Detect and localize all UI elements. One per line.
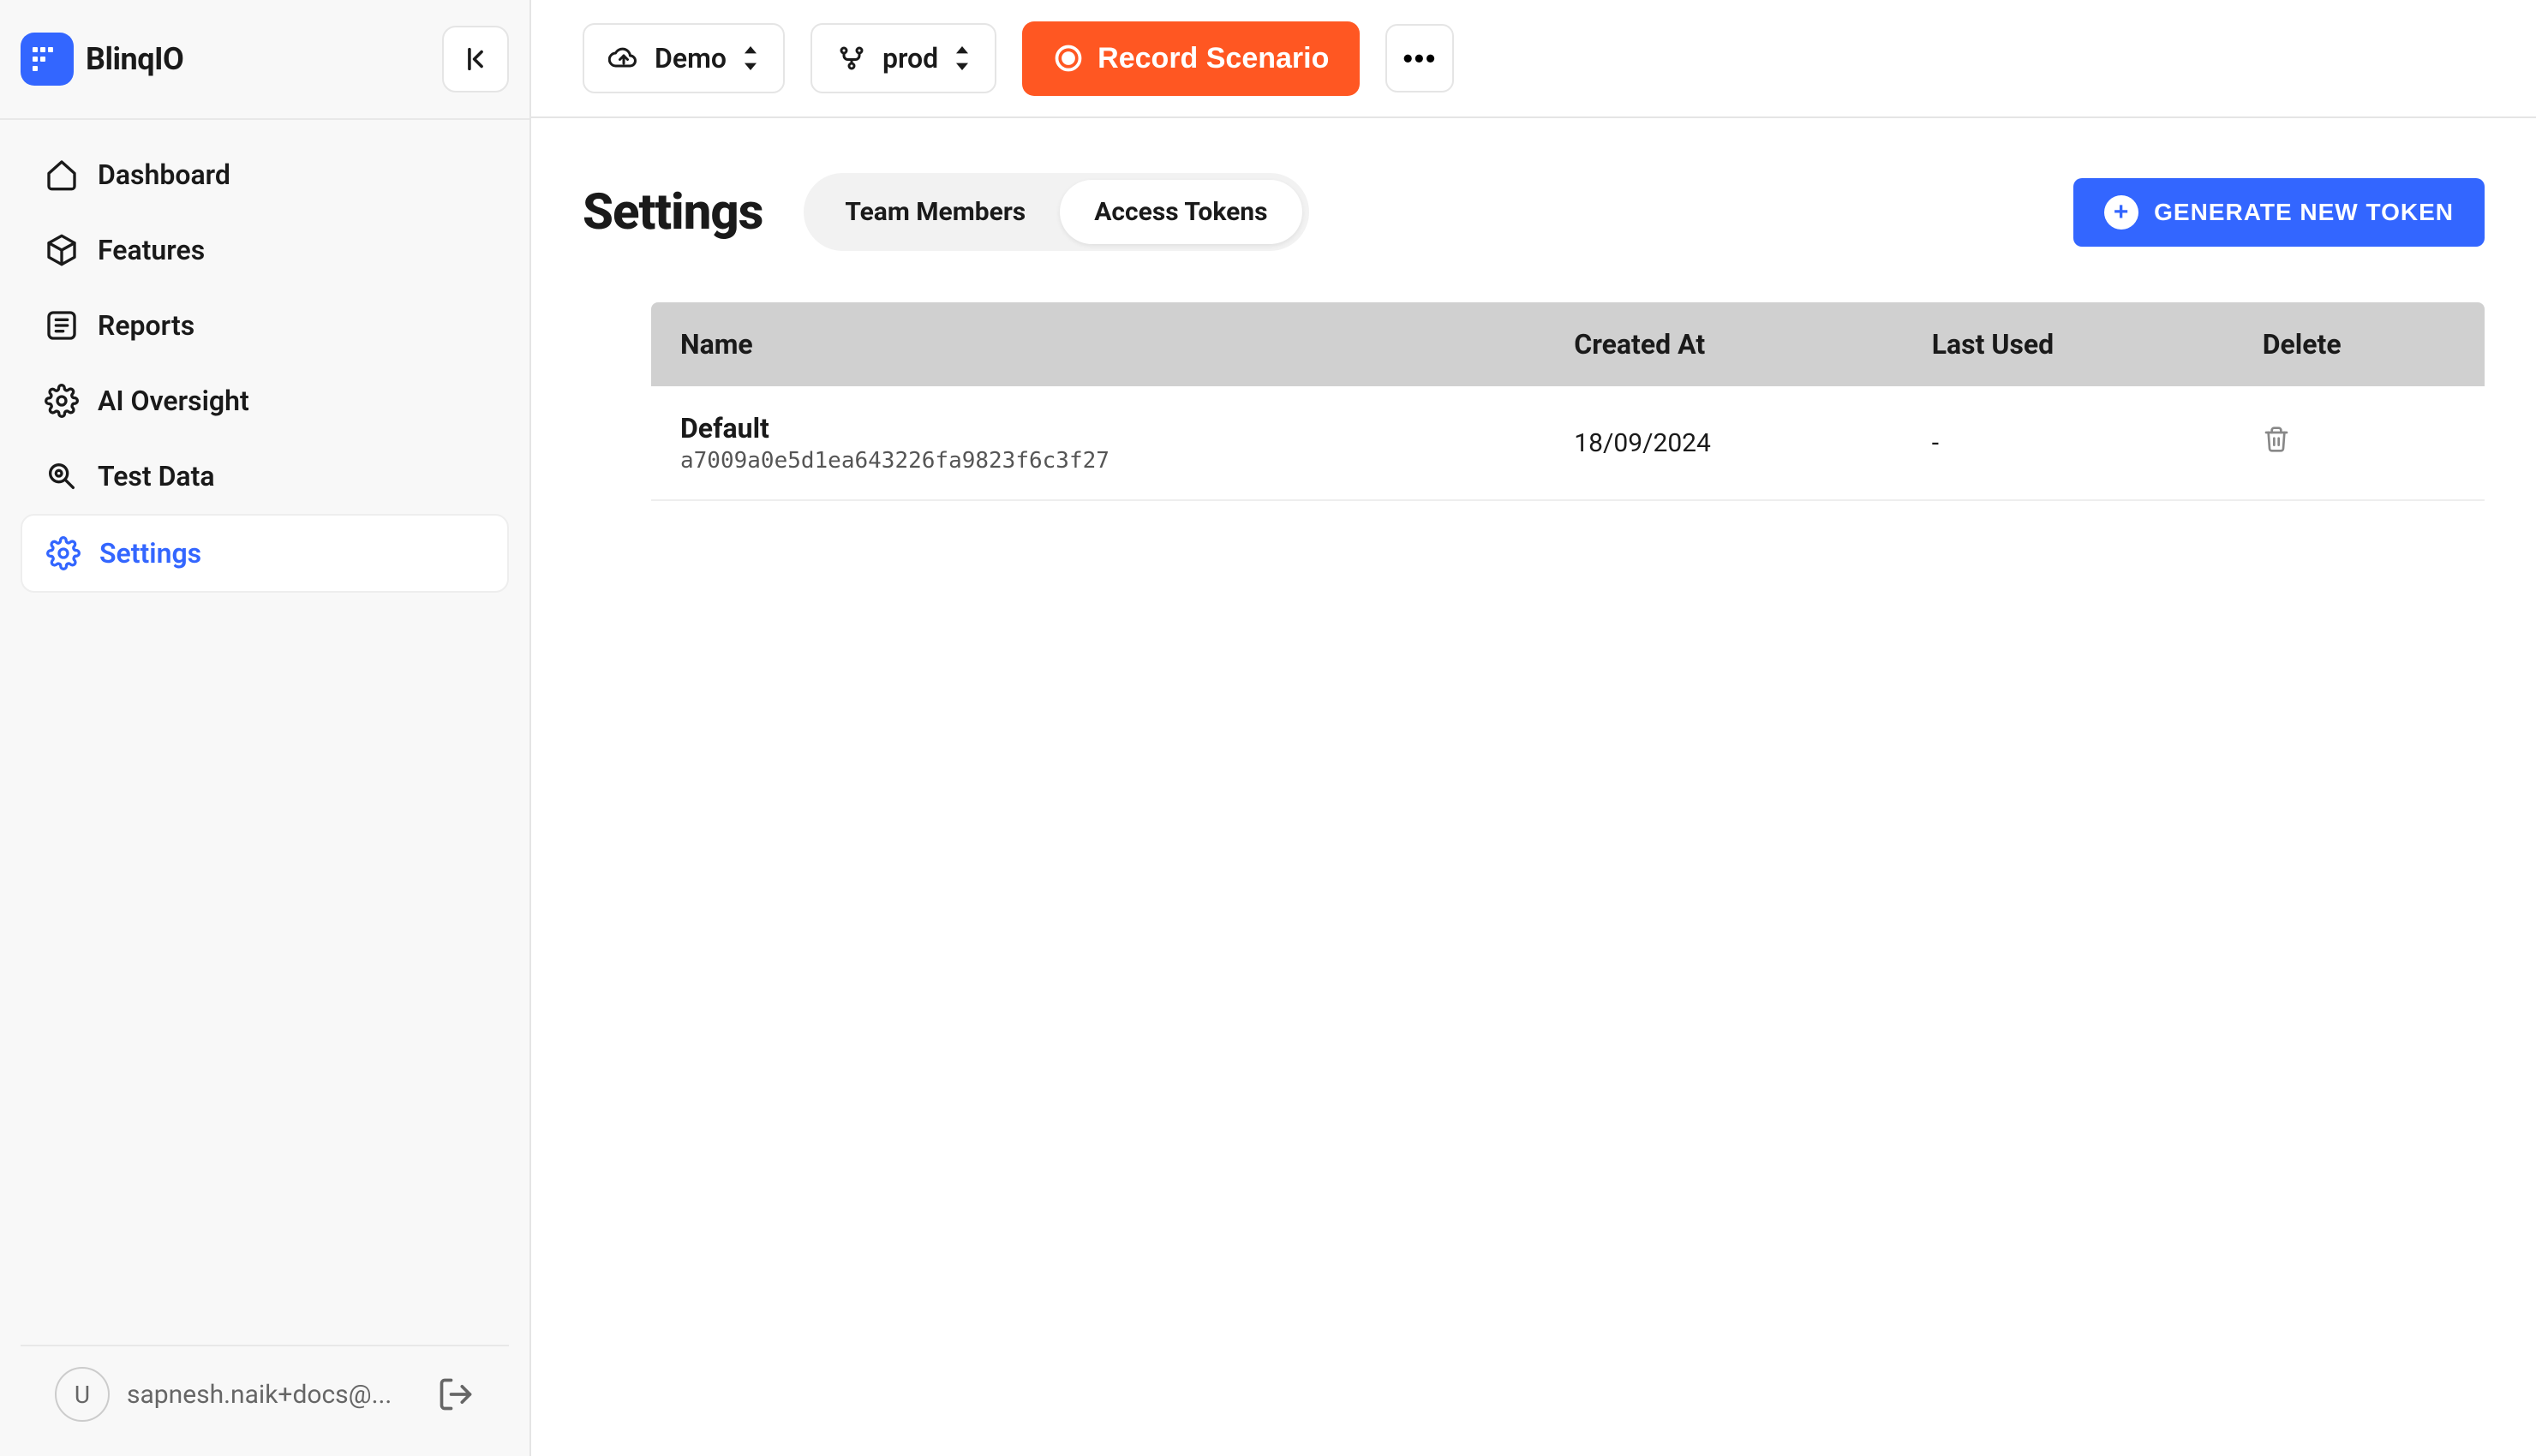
token-name: Default	[680, 412, 1516, 445]
environment-selector[interactable]: prod	[810, 23, 996, 93]
tab-access-tokens[interactable]: Access Tokens	[1060, 180, 1301, 244]
gear-icon	[45, 384, 79, 418]
sidebar-item-label: Test Data	[98, 460, 215, 492]
column-created-at: Created At	[1545, 302, 1902, 386]
sidebar-item-label: Features	[98, 234, 205, 266]
search-data-icon	[45, 459, 79, 493]
sidebar-item-reports[interactable]: Reports	[21, 288, 509, 363]
cell-name: Default a7009a0e5d1ea643226fa9823f6c3f27	[651, 386, 1545, 500]
sort-icon	[954, 46, 971, 70]
sidebar-item-test-data[interactable]: Test Data	[21, 439, 509, 514]
collapse-sidebar-button[interactable]	[442, 26, 509, 92]
record-label: Record Scenario	[1098, 42, 1329, 75]
sidebar-item-ai-oversight[interactable]: AI Oversight	[21, 363, 509, 439]
sidebar: BlinqIO Dashboard Features	[0, 0, 531, 1456]
cell-last-used: -	[1903, 386, 2234, 500]
generate-token-button[interactable]: + GENERATE NEW TOKEN	[2073, 178, 2485, 247]
trash-icon	[2263, 426, 2290, 453]
tab-team-members[interactable]: Team Members	[810, 180, 1060, 244]
tokens-table: Name Created At Last Used Delete Default…	[651, 302, 2485, 501]
topbar: Demo prod Record Scenario •••	[531, 0, 2536, 118]
sidebar-item-features[interactable]: Features	[21, 212, 509, 288]
column-last-used: Last Used	[1903, 302, 2234, 386]
delete-token-button[interactable]	[2263, 426, 2290, 453]
environment-label: prod	[882, 42, 938, 75]
user-avatar[interactable]: U	[55, 1367, 110, 1422]
sidebar-item-label: Settings	[99, 537, 201, 570]
plus-circle-icon: +	[2104, 195, 2138, 230]
home-icon	[45, 158, 79, 192]
cell-delete	[2234, 386, 2485, 500]
brand-logo[interactable]: BlinqIO	[21, 33, 183, 86]
dots-icon: •••	[1403, 43, 1438, 75]
page-header: Settings Team Members Access Tokens + GE…	[531, 118, 2536, 268]
column-delete: Delete	[2234, 302, 2485, 386]
logout-icon	[437, 1375, 475, 1413]
chevron-bar-left-icon	[461, 45, 490, 74]
user-email: sapnesh.naik+docs@...	[127, 1380, 420, 1410]
record-icon	[1053, 43, 1084, 74]
sidebar-item-dashboard[interactable]: Dashboard	[21, 137, 509, 212]
brand-badge-icon	[21, 33, 74, 86]
content: Name Created At Last Used Delete Default…	[531, 268, 2536, 552]
more-menu-button[interactable]: •••	[1385, 24, 1454, 92]
brand-name: BlinqIO	[86, 41, 183, 77]
sidebar-nav: Dashboard Features Reports AI Oversight	[0, 118, 529, 1345]
sidebar-header: BlinqIO	[0, 0, 529, 118]
tab-label: Team Members	[845, 197, 1026, 227]
cell-created-at: 18/09/2024	[1545, 386, 1902, 500]
settings-icon	[46, 536, 81, 570]
sort-icon	[742, 46, 759, 70]
generate-label: GENERATE NEW TOKEN	[2154, 199, 2454, 226]
project-label: Demo	[655, 42, 727, 75]
logout-button[interactable]	[437, 1375, 475, 1413]
sidebar-item-label: Dashboard	[98, 158, 230, 191]
token-hash: a7009a0e5d1ea643226fa9823f6c3f27	[680, 448, 1516, 474]
sidebar-item-label: Reports	[98, 309, 194, 342]
main: Demo prod Record Scenario ••• Settings T…	[531, 0, 2536, 1456]
project-selector[interactable]: Demo	[583, 23, 785, 93]
table-row: Default a7009a0e5d1ea643226fa9823f6c3f27…	[651, 386, 2485, 500]
settings-tabs: Team Members Access Tokens	[804, 173, 1308, 251]
cube-icon	[45, 233, 79, 267]
table-header-row: Name Created At Last Used Delete	[651, 302, 2485, 386]
sidebar-item-settings[interactable]: Settings	[21, 514, 509, 593]
cloud-icon	[608, 43, 639, 74]
sidebar-item-label: AI Oversight	[98, 385, 249, 417]
avatar-initial: U	[75, 1381, 90, 1409]
record-scenario-button[interactable]: Record Scenario	[1022, 21, 1360, 96]
tab-label: Access Tokens	[1094, 197, 1267, 227]
branch-icon	[836, 43, 867, 74]
page-title: Settings	[583, 183, 763, 242]
column-name: Name	[651, 302, 1545, 386]
list-icon	[45, 308, 79, 343]
sidebar-footer: U sapnesh.naik+docs@...	[21, 1345, 509, 1456]
